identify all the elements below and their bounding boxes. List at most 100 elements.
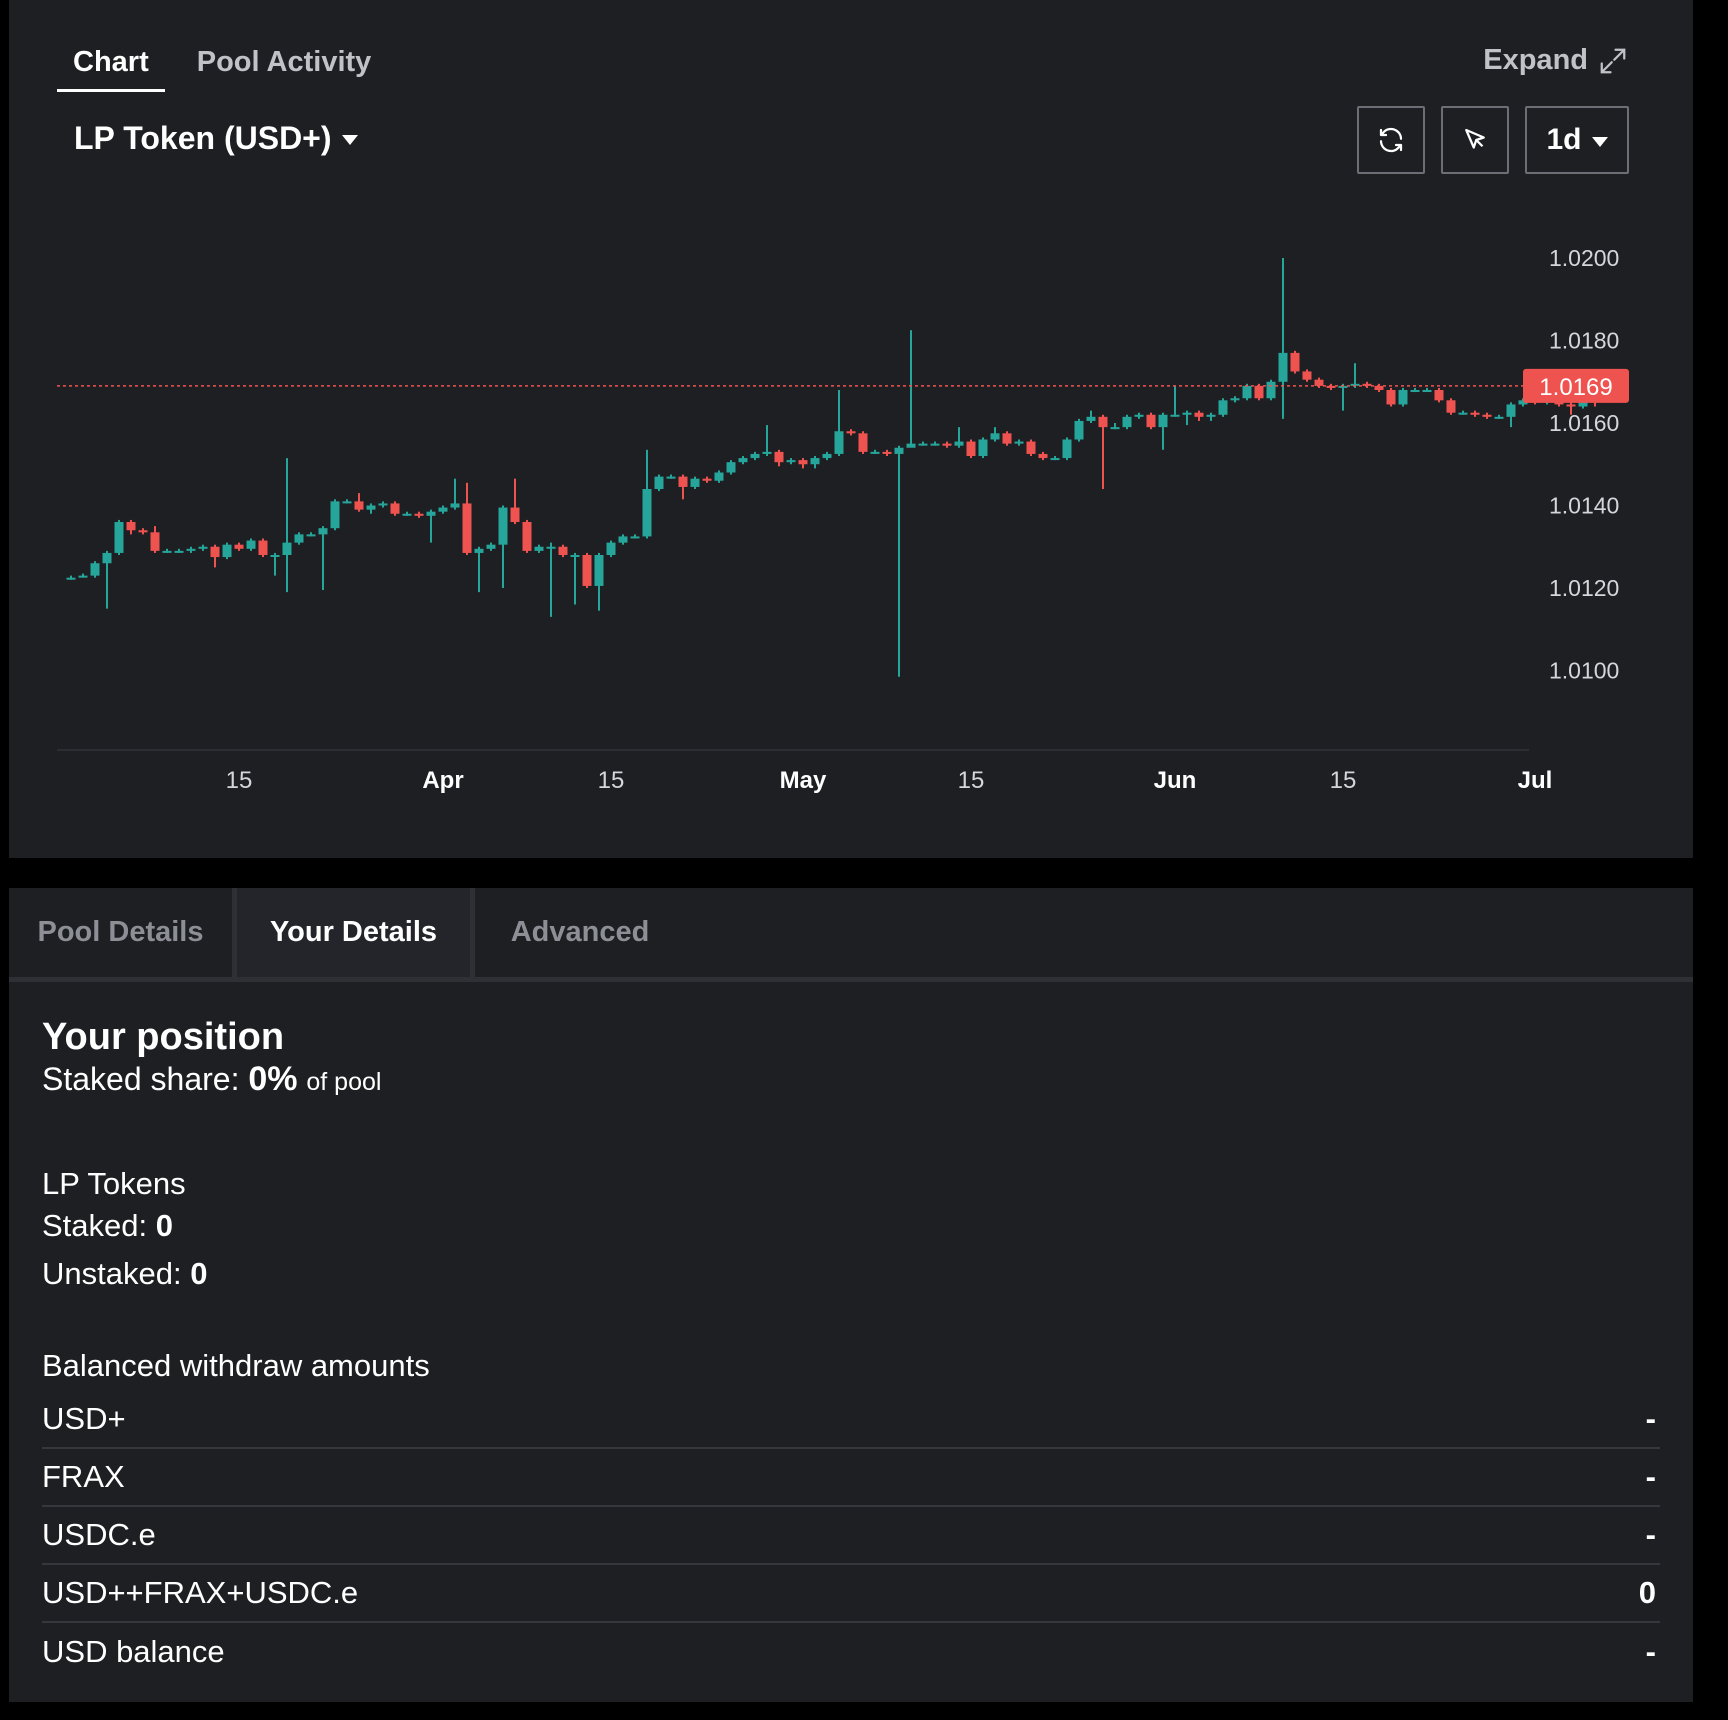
lp-unstaked-label: Unstaked: — [42, 1256, 182, 1291]
candle-body — [606, 542, 616, 555]
candle-body — [594, 555, 604, 586]
candle-body — [210, 546, 220, 558]
details-tab-bar: Pool Details Your Details Advanced — [9, 888, 1693, 982]
candle-body — [630, 536, 640, 539]
candle-body — [1254, 385, 1264, 399]
candle-body — [522, 522, 532, 551]
lp-unstaked: Unstaked: 0 — [42, 1256, 207, 1292]
cursor-tool-button[interactable] — [1441, 106, 1509, 174]
withdraw-row-usdce: USDC.e - — [42, 1507, 1660, 1565]
x-tick-label: Jun — [1154, 767, 1197, 794]
candle-body — [354, 501, 364, 510]
withdraw-label: USD+ — [42, 1401, 126, 1436]
current-price-label: 1.0169 — [1539, 374, 1612, 401]
candle-body — [282, 542, 292, 555]
candle-body — [198, 546, 208, 549]
withdraw-label: USD++FRAX+USDC.e — [42, 1575, 359, 1610]
y-tick-label: 1.0120 — [1549, 575, 1619, 601]
refresh-button[interactable] — [1357, 106, 1425, 174]
candle-body — [1278, 352, 1288, 382]
tab-pool-activity[interactable]: Pool Activity — [181, 40, 388, 92]
withdraw-row-frax: FRAX - — [42, 1449, 1660, 1507]
candle-body — [558, 546, 568, 555]
candle-body — [822, 453, 832, 459]
withdraw-row-usd-balance: USD balance - — [42, 1623, 1660, 1681]
staked-share-label: Staked share: — [42, 1061, 240, 1097]
candle-body — [1302, 371, 1312, 380]
candle-body — [366, 505, 376, 510]
withdraw-value: - — [1645, 1401, 1656, 1436]
candle-body — [1146, 414, 1156, 428]
token-select[interactable]: LP Token (USD+) — [74, 120, 358, 157]
candle-body — [462, 503, 472, 553]
candle-body — [1074, 420, 1084, 440]
x-tick-label: Apr — [422, 767, 463, 794]
candle-body — [1218, 400, 1228, 415]
withdraw-title: Balanced withdraw amounts — [42, 1348, 430, 1383]
chevron-down-icon — [1591, 136, 1608, 147]
candle-body — [762, 451, 772, 454]
y-tick-label: 1.0140 — [1549, 493, 1619, 519]
x-tick-label: 15 — [226, 767, 253, 794]
candle-body — [678, 476, 688, 487]
candle-body — [1290, 352, 1300, 372]
candle-body — [402, 513, 412, 516]
candle-body — [138, 530, 148, 533]
tab-pool-details[interactable]: Pool Details — [9, 888, 237, 977]
candle-body — [426, 511, 436, 516]
expand-button[interactable]: Expand — [1483, 44, 1628, 77]
lp-staked: Staked: 0 — [42, 1208, 173, 1244]
cursor-icon — [1465, 128, 1485, 149]
candle-body — [726, 462, 736, 473]
candle-body — [786, 460, 796, 463]
candle-body — [690, 478, 700, 487]
candle-body — [1470, 412, 1480, 415]
interval-label: 1d — [1546, 123, 1582, 156]
interval-select[interactable]: 1d — [1525, 106, 1629, 174]
candle-body — [342, 501, 352, 504]
expand-icon — [1600, 48, 1626, 73]
candle-body — [474, 548, 484, 553]
candle-body — [978, 439, 988, 456]
candle-body — [378, 503, 388, 506]
withdraw-value: - — [1645, 1459, 1656, 1494]
candle-body — [918, 443, 928, 446]
candle-body — [858, 433, 868, 452]
candle-body — [942, 443, 952, 446]
candle-body — [1038, 453, 1048, 459]
candle-body — [330, 501, 340, 529]
candle-body — [498, 507, 508, 545]
candle-body — [618, 536, 628, 543]
lp-staked-label: Staked: — [42, 1208, 148, 1243]
x-tick-label: 15 — [598, 767, 625, 794]
candle-body — [270, 555, 280, 557]
candle-body — [534, 546, 544, 551]
candle-body — [846, 431, 856, 434]
candle-body — [1014, 441, 1024, 444]
candle-body — [486, 544, 496, 549]
tab-advanced[interactable]: Advanced — [475, 888, 685, 977]
candle-body — [810, 458, 820, 465]
candle-body — [834, 431, 844, 454]
x-tick-label: 15 — [958, 767, 985, 794]
candle-body — [450, 503, 460, 508]
tab-your-details[interactable]: Your Details — [237, 888, 475, 977]
candle-body — [870, 451, 880, 454]
withdraw-row-combined: USD++FRAX+USDC.e 0 — [42, 1565, 1660, 1623]
candle-body — [1482, 414, 1492, 417]
candle-body — [1230, 398, 1240, 401]
candle-body — [894, 447, 904, 454]
tab-chart[interactable]: Chart — [57, 40, 165, 92]
candle-body — [78, 575, 88, 578]
y-tick-label: 1.0200 — [1549, 245, 1619, 271]
candle-body — [714, 472, 724, 481]
candle-body — [318, 528, 328, 535]
candle-body — [306, 534, 316, 537]
candle-body — [906, 443, 916, 448]
candle-body — [990, 433, 1000, 440]
candle-body — [246, 540, 256, 549]
x-tick-label: May — [780, 767, 827, 794]
y-tick-label: 1.0100 — [1549, 658, 1619, 684]
candle-body — [702, 478, 712, 481]
candle-body — [90, 563, 100, 576]
